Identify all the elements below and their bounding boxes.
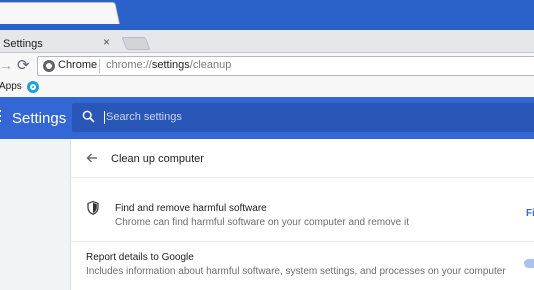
- report-details-toggle[interactable]: [524, 259, 534, 268]
- omnibox-divider: [99, 59, 100, 73]
- search-placeholder[interactable]: Search settings: [106, 111, 182, 123]
- back-arrow-icon[interactable]: [86, 152, 98, 164]
- shield-icon: [87, 201, 99, 215]
- bookmark-icon[interactable]: [27, 81, 39, 93]
- find-harmful-title: Find and remove harmful software: [115, 203, 267, 214]
- bookmarks-bar: [0, 79, 534, 97]
- url-host: settings: [151, 59, 190, 71]
- settings-title: Settings: [12, 110, 67, 127]
- chrome-icon[interactable]: [43, 60, 55, 72]
- report-details-title: Report details to Google: [86, 252, 194, 263]
- page-title: Clean up computer: [111, 153, 204, 165]
- forward-arrow-icon[interactable]: →: [0, 57, 13, 73]
- apps-bookmark[interactable]: Apps: [0, 81, 22, 92]
- row-divider: [71, 241, 534, 242]
- tab-close-icon[interactable]: ×: [103, 35, 110, 49]
- url-scheme: chrome://: [106, 59, 152, 71]
- url-text[interactable]: chrome://settings/cleanup: [106, 59, 231, 71]
- search-cursor: [104, 111, 105, 124]
- divider: [71, 177, 534, 178]
- find-button[interactable]: Fi: [526, 208, 534, 219]
- report-details-description: Includes information about harmful softw…: [86, 266, 506, 277]
- reload-icon[interactable]: ⟳: [17, 56, 30, 74]
- search-icon: [82, 110, 95, 123]
- site-name[interactable]: Chrome: [58, 59, 97, 71]
- url-path: /cleanup: [189, 59, 232, 71]
- new-tab-button[interactable]: [121, 37, 151, 50]
- tab-title[interactable]: Settings: [3, 38, 43, 50]
- find-harmful-description: Chrome can find harmful software on your…: [115, 217, 410, 228]
- tab-settings[interactable]: [0, 2, 120, 24]
- tab-strip: [0, 30, 534, 52]
- menu-icon[interactable]: [0, 110, 2, 124]
